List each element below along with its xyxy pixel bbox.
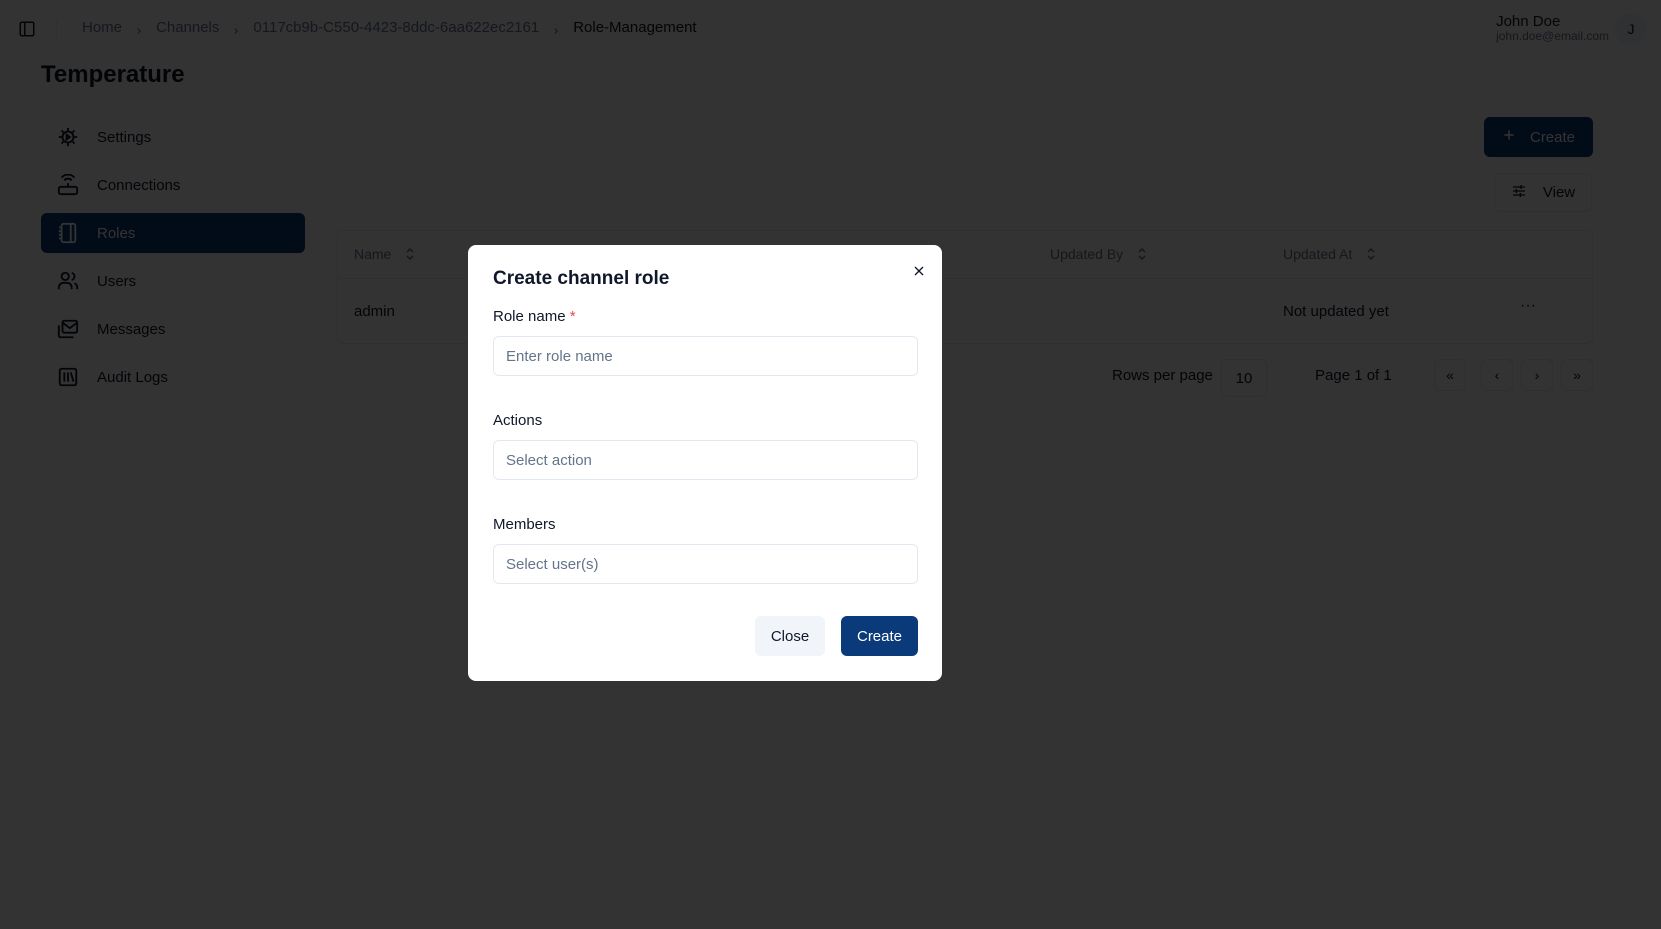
- actions-select[interactable]: Select action: [493, 440, 918, 480]
- required-mark: *: [569, 308, 576, 325]
- close-icon[interactable]: [911, 263, 927, 279]
- dialog-title: Create channel role: [493, 268, 670, 289]
- role-name-label: Role name *: [493, 308, 576, 325]
- create-role-dialog: Create channel role Role name * Actions …: [468, 245, 942, 681]
- actions-label: Actions: [493, 412, 543, 429]
- role-name-input[interactable]: [493, 336, 918, 376]
- create-button[interactable]: Create: [841, 616, 918, 656]
- members-label: Members: [493, 516, 556, 533]
- members-select[interactable]: Select user(s): [493, 544, 918, 584]
- close-button[interactable]: Close: [755, 616, 825, 656]
- role-name-label-text: Role name: [493, 308, 566, 325]
